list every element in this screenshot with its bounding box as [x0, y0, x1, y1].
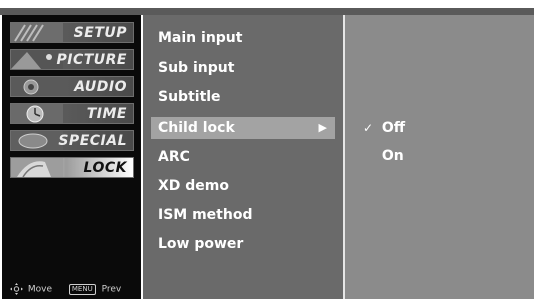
- sidebar-item-label: PICTURE: [56, 52, 127, 68]
- option-off[interactable]: ✓ Off: [363, 117, 523, 139]
- menu-item-ism-method[interactable]: ISM method: [151, 204, 335, 226]
- menu-item-label: Subtitle: [158, 89, 221, 105]
- time-thumbnail-icon: [11, 104, 63, 123]
- menu-item-arc[interactable]: ARC: [151, 146, 335, 168]
- audio-thumbnail-icon: [11, 77, 63, 96]
- option-label: Off: [381, 120, 406, 136]
- sidebar-item-time[interactable]: TIME: [10, 103, 134, 124]
- menu-item-subtitle[interactable]: Subtitle: [151, 86, 335, 108]
- special-thumbnail-icon: [11, 131, 63, 150]
- sidebar-item-label: SPECIAL: [58, 133, 127, 149]
- lock-thumbnail-icon: [11, 158, 63, 177]
- nav-legend: Move MENU Prev: [10, 283, 121, 296]
- menu-item-main-input[interactable]: Main input: [151, 27, 335, 49]
- osd-screen: SETUP PICTURE AUDIO TIME SPECIAL LOCK Mo…: [0, 0, 534, 299]
- sidebar-item-special[interactable]: SPECIAL: [10, 130, 134, 151]
- option-label: On: [381, 148, 404, 164]
- sidebar-item-label: TIME: [86, 106, 127, 122]
- sidebar-item-label: AUDIO: [74, 79, 127, 95]
- sidebar-item-picture[interactable]: PICTURE: [10, 49, 134, 70]
- menu-item-label: ARC: [158, 149, 190, 165]
- menu-item-xd-demo[interactable]: XD demo: [151, 175, 335, 197]
- menu-key-icon: MENU: [68, 283, 96, 295]
- category-sidebar: SETUP PICTURE AUDIO TIME SPECIAL LOCK Mo…: [2, 15, 141, 299]
- menu-item-label: Main input: [158, 30, 243, 46]
- menu-item-label: Sub input: [158, 60, 235, 76]
- menu-item-sub-input[interactable]: Sub input: [151, 57, 335, 79]
- top-bar: [0, 8, 534, 15]
- sidebar-item-label: LOCK: [83, 160, 127, 176]
- menu-item-label: ISM method: [158, 207, 253, 223]
- picture-thumbnail-icon: [11, 50, 63, 69]
- move-label: Move: [27, 284, 53, 295]
- sidebar-item-audio[interactable]: AUDIO: [10, 76, 134, 97]
- submenu-arrow-icon: ▶: [318, 121, 327, 134]
- menu-item-label: Low power: [158, 236, 244, 252]
- menu-item-label: Child lock: [158, 120, 235, 136]
- sidebar-item-label: SETUP: [73, 25, 127, 41]
- option-on[interactable]: On: [363, 145, 523, 167]
- child-lock-options-panel: ✓ Off On: [345, 15, 534, 299]
- prev-label: Prev: [101, 284, 122, 295]
- checkmark-icon: ✓: [363, 121, 374, 135]
- sidebar-item-setup[interactable]: SETUP: [10, 22, 134, 43]
- sidebar-item-lock[interactable]: LOCK: [10, 157, 134, 178]
- lock-menu-panel: Main input Sub input Subtitle Child lock…: [143, 15, 343, 299]
- menu-item-low-power[interactable]: Low power: [151, 233, 335, 255]
- dpad-icon: [10, 283, 23, 295]
- setup-thumbnail-icon: [11, 23, 63, 42]
- menu-item-child-lock[interactable]: Child lock ▶: [151, 117, 335, 139]
- menu-item-label: XD demo: [158, 178, 230, 194]
